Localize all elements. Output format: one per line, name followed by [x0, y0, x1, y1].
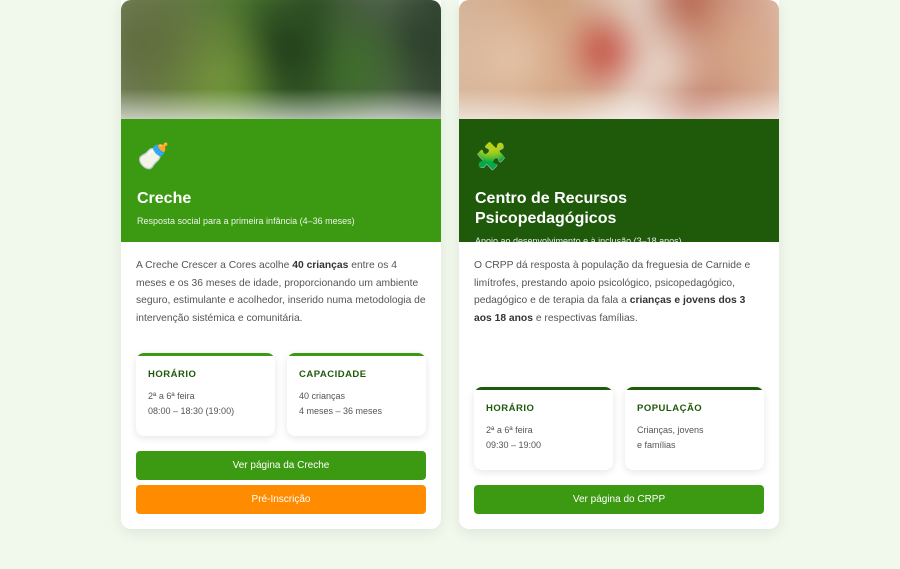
creche-photo	[121, 0, 441, 119]
info-title: POPULAÇÃO	[637, 403, 703, 414]
creche-card: 🍼 Creche Resposta social para a primeira…	[121, 0, 441, 529]
creche-subtitle: Resposta social para a primeira infância…	[137, 216, 355, 226]
crpp-population-box: POPULAÇÃO Crianças, jovens e famílias	[625, 387, 764, 470]
info-title: HORÁRIO	[148, 369, 197, 380]
creche-description: A Creche Crescer a Cores acolhe 40 crian…	[136, 260, 426, 324]
creche-header: 🍼 Creche Resposta social para a primeira…	[121, 119, 441, 242]
crpp-schedule-box: HORÁRIO 2ª a 6ª feira 09:30 – 19:00	[474, 387, 613, 470]
creche-page-button[interactable]: Ver página da Creche	[136, 451, 426, 480]
info-title: HORÁRIO	[486, 403, 535, 414]
creche-title: Creche	[137, 190, 192, 207]
pre-inscription-button[interactable]: Pré-Inscrição	[136, 485, 426, 514]
crpp-header: 🧩 Centro de Recursos Psicopedagógicos Ap…	[459, 119, 779, 246]
puzzle-icon: 🧩	[475, 141, 508, 171]
crpp-photo	[459, 0, 779, 119]
crpp-subtitle: Apoio ao desenvolvimento e à inclusão (3…	[475, 236, 682, 246]
crpp-page-button[interactable]: Ver página do CRPP	[474, 485, 764, 514]
info-title: CAPACIDADE	[299, 369, 367, 380]
crpp-description: O CRPP dá resposta à população da fregue…	[474, 260, 751, 324]
crpp-card: 🧩 Centro de Recursos Psicopedagógicos Ap…	[459, 0, 779, 529]
creche-capacity-box: CAPACIDADE 40 crianças 4 meses – 36 mese…	[287, 353, 426, 436]
baby-bottle-icon: 🍼	[137, 141, 170, 171]
creche-schedule-box: HORÁRIO 2ª a 6ª feira 08:00 – 18:30 (19:…	[136, 353, 275, 436]
crpp-title: Centro de Recursos Psicopedagógicos	[475, 190, 628, 227]
